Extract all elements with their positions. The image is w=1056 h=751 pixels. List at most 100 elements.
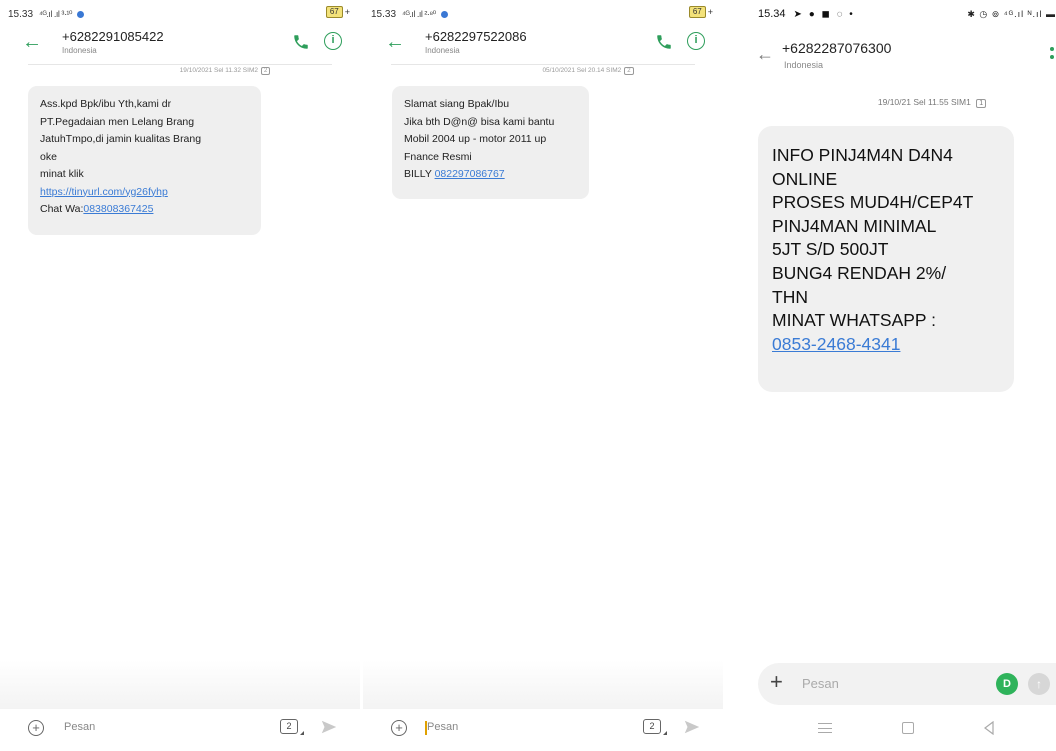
message-line: oke xyxy=(40,150,57,163)
signal-indicator: ⁴ᴳ.ıl .ıl ²·⁸⁰ xyxy=(402,8,436,19)
status-bar: 15.33 ⁴ᴳ.ıl .ıl ²·⁸⁰ 67 + xyxy=(371,6,715,22)
info-icon[interactable]: i xyxy=(324,32,342,50)
message-composer: + Pesan D ↑ xyxy=(758,663,1056,705)
send-icon[interactable]: ↑ xyxy=(1028,673,1050,695)
chat-prefix: Chat Wa: xyxy=(40,203,84,215)
phone-icon[interactable] xyxy=(655,33,673,51)
sender-name: BILLY xyxy=(404,168,435,180)
contact-number: +6282297522086 xyxy=(425,29,527,44)
sim-card-icon[interactable]: D xyxy=(996,673,1018,695)
phone-link[interactable]: 082297086767 xyxy=(435,168,505,180)
message-line: Ass.kpd Bpk/ibu Yth,kami dr xyxy=(40,98,172,110)
message-timestamp: 19/10/2021 Sel 11.32 SIM2 2 xyxy=(0,67,360,75)
message-bubble[interactable]: INFO PINJ4M4N D4N4 ONLINE PROSES MUD4H/C… xyxy=(758,126,1014,392)
message-line: THN xyxy=(772,286,808,307)
nav-back-icon[interactable] xyxy=(982,721,996,735)
home-icon[interactable] xyxy=(902,722,914,734)
battery-indicator: 67 + xyxy=(325,6,350,18)
back-arrow-icon[interactable]: ← xyxy=(756,44,774,64)
status-bar: 15.33 ⁴ᴳ.ıl .ıl ³·¹⁰ 67 + xyxy=(8,6,352,22)
conversation-header: ← +6282291085422 Indonesia i xyxy=(0,28,360,62)
composer-fade xyxy=(363,660,723,710)
composer-fade xyxy=(0,660,360,710)
message-line: minat klik xyxy=(40,168,84,180)
sim-switch-corner xyxy=(300,731,304,735)
contact-country: Indonesia xyxy=(62,46,97,55)
notification-dot-icon xyxy=(440,10,448,18)
contact-country: Indonesia xyxy=(425,46,460,55)
timestamp-text: 19/10/2021 Sel 11.32 SIM2 xyxy=(179,67,258,74)
message-line: JatuhTmpo,di jamin kualitas Brang xyxy=(40,133,202,145)
header-divider xyxy=(391,64,695,65)
battery-level: 67 xyxy=(688,6,706,18)
notification-dot-icon xyxy=(76,10,84,18)
add-icon[interactable]: + xyxy=(770,671,783,693)
battery-indicator: 67 + xyxy=(688,6,713,18)
sim-switch-corner xyxy=(663,731,667,735)
message-line: Fnance Resmi xyxy=(404,150,472,163)
battery-level: 67 xyxy=(325,6,343,18)
timestamp-text: 19/10/21 Sel 11.55 SIM1 xyxy=(877,97,971,107)
message-line: PROSES MUD4H/CEP4T xyxy=(772,192,974,213)
conversation-header: ← +6282287076300 Indonesia xyxy=(748,24,1056,84)
message-composer: + Pesan 2 xyxy=(363,709,723,751)
more-options-icon[interactable] xyxy=(1049,46,1054,62)
info-icon[interactable]: i xyxy=(687,32,705,50)
message-link[interactable]: https://tinyurl.com/yg26fyhp xyxy=(40,184,249,202)
phone-link[interactable]: 0853-2468-4341 xyxy=(772,333,1000,357)
sim-card-icon[interactable]: 2 xyxy=(280,719,298,734)
status-time: 15.33 xyxy=(8,8,34,20)
message-input[interactable]: Pesan xyxy=(64,721,95,733)
sim-indicator: 2 xyxy=(624,67,634,75)
message-line: ONLINE xyxy=(772,168,838,189)
sms-screen-1: 15.33 ⁴ᴳ.ıl .ıl ³·¹⁰ 67 + ← +628229108542… xyxy=(0,0,360,751)
message-bubble[interactable]: Ass.kpd Bpk/ibu Yth,kami dr PT.Pegadaian… xyxy=(28,86,261,235)
charging-icon: + xyxy=(344,7,350,17)
message-line: Slamat siang Bpak/Ibu xyxy=(404,98,510,110)
notification-icons: ➤ ● ◼ ◌ • xyxy=(793,8,855,20)
message-bubble[interactable]: Slamat siang Bpak/Ibu Jika bth D@n@ bisa… xyxy=(392,86,589,199)
message-line: BUNG4 RENDAH 2%/ xyxy=(772,262,947,283)
message-line: MINAT WHATSAPP : xyxy=(772,310,937,331)
timestamp-text: 05/10/2021 Sel 20.14 SIM2 xyxy=(542,67,622,74)
contact-country: Indonesia xyxy=(784,60,824,70)
message-line-chat: Chat Wa:083808367425 xyxy=(40,201,249,219)
message-input[interactable]: Pesan xyxy=(802,676,839,691)
message-line: INFO PINJ4M4N D4N4 xyxy=(772,145,953,165)
sim-indicator: 1 xyxy=(976,99,987,108)
message-composer: + Pesan 2 xyxy=(0,709,360,751)
add-icon[interactable]: + xyxy=(28,720,44,736)
send-icon[interactable] xyxy=(320,718,338,736)
message-line: PINJ4MAN MINIMAL xyxy=(772,215,937,236)
header-divider xyxy=(28,64,332,65)
navigation-bar xyxy=(748,713,1056,751)
sms-screen-2: 15.33 ⁴ᴳ.ıl .ıl ²·⁸⁰ 67 + ← +628229752208… xyxy=(363,0,723,751)
chat-number-link[interactable]: 083808367425 xyxy=(83,203,153,215)
message-timestamp: 05/10/2021 Sel 20.14 SIM2 2 xyxy=(363,67,723,75)
back-arrow-icon[interactable]: ← xyxy=(22,32,42,52)
message-line-name: BILLY 082297086767 xyxy=(404,166,577,184)
message-line: Mobil 2004 up - motor 2011 up xyxy=(404,133,547,145)
charging-icon: + xyxy=(707,7,713,17)
menu-icon[interactable] xyxy=(818,723,832,733)
sms-screen-3: 15.34 ➤ ● ◼ ◌ • ✱ ◷ ⊚ ⁴ᴳ.ıl ᴺ.ıl ▬ ← +62… xyxy=(748,0,1056,751)
message-input[interactable]: Pesan xyxy=(427,721,458,733)
send-icon[interactable] xyxy=(683,718,701,736)
conversation-header: ← +6282297522086 Indonesia i xyxy=(363,28,723,62)
status-time: 15.33 xyxy=(371,8,397,20)
message-line: Jika bth D@n@ bisa kami bantu xyxy=(404,115,555,128)
sim-card-icon[interactable]: 2 xyxy=(643,719,661,734)
message-line: 5JT S/D 500JT xyxy=(772,239,889,260)
contact-number: +6282287076300 xyxy=(782,40,892,56)
phone-icon[interactable] xyxy=(292,33,310,51)
back-arrow-icon[interactable]: ← xyxy=(385,32,405,52)
message-line: PT.Pegadaian men Lelang Brang xyxy=(40,115,195,128)
sim-indicator: 2 xyxy=(260,67,271,75)
signal-indicator: ⁴ᴳ.ıl .ıl ³·¹⁰ xyxy=(39,8,72,19)
contact-number: +6282291085422 xyxy=(62,29,164,44)
status-bar: 15.34 ➤ ● ◼ ◌ • ✱ ◷ ⊚ ⁴ᴳ.ıl ᴺ.ıl ▬ xyxy=(758,6,1056,22)
system-indicators: ✱ ◷ ⊚ ⁴ᴳ.ıl ᴺ.ıl ▬ xyxy=(967,8,1056,19)
add-icon[interactable]: + xyxy=(391,720,407,736)
message-timestamp: 19/10/21 Sel 11.55 SIM1 1 xyxy=(748,97,1056,108)
status-time: 15.34 xyxy=(758,8,786,20)
